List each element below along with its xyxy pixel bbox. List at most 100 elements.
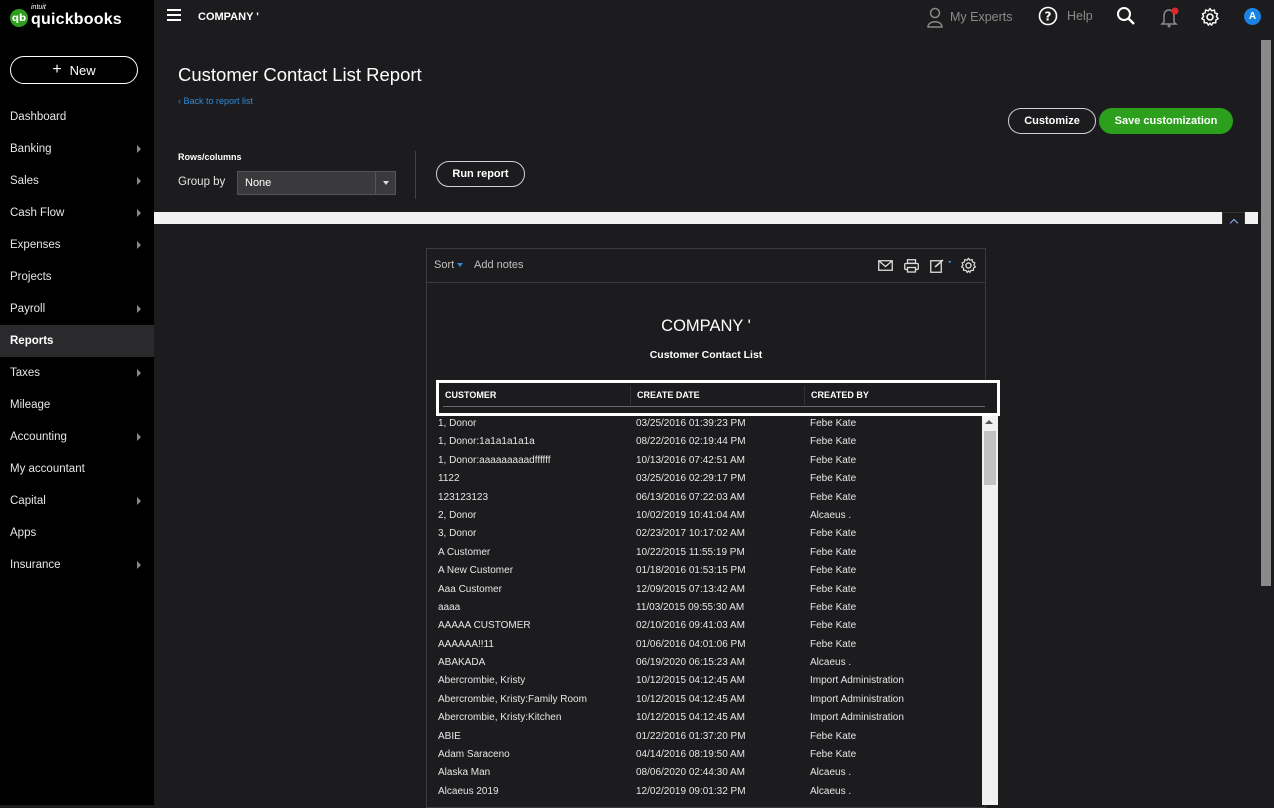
create-date-cell: 04/14/2016 08:19:50 AM [636, 749, 745, 761]
table-row[interactable]: Alcaeus 2019 12/02/2019 09:01:32 PM Alcaeu… [426, 782, 984, 800]
sidebar-item-payroll[interactable]: Payroll [0, 293, 154, 325]
add-notes-button[interactable]: Add notes [474, 259, 524, 271]
report-table-scrollbar[interactable] [982, 416, 998, 805]
sidebar-item-projects[interactable]: Projects [0, 261, 154, 293]
customer-cell[interactable]: 3, Donor [438, 528, 476, 539]
table-row[interactable]: 1122 03/25/2016 02:29:17 PM Febe Kate [426, 469, 984, 487]
created-by-cell: Febe Kate [810, 620, 857, 632]
settings-gear-icon[interactable] [1200, 7, 1220, 27]
customer-cell[interactable]: 2, Donor [438, 510, 476, 521]
customer-cell[interactable]: 1, Donor:1a1a1a1a1a [438, 436, 535, 447]
customer-cell[interactable]: Adam Saraceno [438, 749, 510, 760]
column-header-customer[interactable]: CUSTOMER [445, 390, 496, 400]
sidebar-item-insurance[interactable]: Insurance [0, 549, 154, 581]
table-row[interactable]: 1, Donor:1a1a1a1a1a 08/22/2016 02:19:44 P… [426, 432, 984, 450]
sidebar-item-accounting[interactable]: Accounting [0, 421, 154, 453]
sidebar-item-my-accountant[interactable]: My accountant [0, 453, 154, 485]
customer-cell[interactable]: 1, Donor [438, 418, 476, 429]
customer-cell[interactable]: ABIE [438, 731, 461, 742]
quickbooks-label: quickbooks [31, 11, 122, 28]
group-by-select[interactable]: None [237, 171, 396, 195]
customer-cell[interactable]: Abercrombie, Kristy:Family Room [438, 694, 587, 705]
customer-cell[interactable]: 123123123 [438, 492, 488, 503]
create-date-cell: 08/22/2016 02:19:44 PM [636, 436, 746, 448]
customer-cell[interactable]: A Customer [438, 547, 490, 558]
table-row[interactable]: 2, Donor 10/02/2019 10:41:04 AM Alcaeus . [426, 506, 984, 524]
sidebar-item-sales[interactable]: Sales [0, 165, 154, 197]
sidebar-item-mileage[interactable]: Mileage [0, 389, 154, 421]
create-date-cell: 12/02/2019 09:01:32 PM [636, 785, 746, 797]
customer-cell[interactable]: 1, Donor:aaaaaaaaadffffff [438, 455, 551, 466]
page-scrollbar[interactable] [1258, 36, 1274, 805]
table-row[interactable]: A Customer 10/22/2015 11:55:19 PM Febe Kat… [426, 543, 984, 561]
customer-cell[interactable]: ABAKADA [438, 657, 485, 668]
column-divider [804, 387, 805, 405]
email-icon[interactable] [878, 260, 893, 271]
customer-cell[interactable]: AAAAA CUSTOMER [438, 620, 531, 631]
table-row[interactable]: ABIE 01/22/2016 01:37:20 PM Febe Kate [426, 727, 984, 745]
created-by-cell: Febe Kate [810, 601, 857, 613]
back-to-report-list-link[interactable]: ‹ Back to report list [178, 96, 253, 106]
table-row[interactable]: 3, Donor 02/23/2017 10:17:02 AM Febe Kate [426, 524, 984, 542]
quickbooks-logo[interactable]: qb intuit quickbooks [10, 4, 122, 29]
run-report-button[interactable]: Run report [436, 161, 525, 187]
sidebar-item-banking[interactable]: Banking [0, 133, 154, 165]
customer-cell[interactable]: Alcaeus 2019 [438, 786, 499, 797]
sidebar-item-apps[interactable]: Apps [0, 517, 154, 549]
new-button[interactable]: + New [10, 56, 138, 84]
report-settings-gear-icon[interactable] [960, 257, 977, 274]
print-icon[interactable] [904, 259, 919, 273]
scroll-up-arrow-icon[interactable] [985, 420, 993, 424]
table-row[interactable]: Alaska Man 08/06/2020 02:44:30 AM Alcaeus … [426, 763, 984, 781]
sidebar-item-cash-flow[interactable]: Cash Flow [0, 197, 154, 229]
page-title: Customer Contact List Report [178, 64, 422, 85]
table-row[interactable]: 1, Donor:aaaaaaaaadffffff 10/13/2016 07:4… [426, 451, 984, 469]
notification-bell-icon[interactable] [1159, 6, 1181, 28]
customer-cell[interactable]: aaaa [438, 602, 460, 613]
table-row[interactable]: ABAKADA 06/19/2020 06:15:23 AM Alcaeus . [426, 653, 984, 671]
table-row[interactable]: A New Customer 01/18/2016 01:53:15 PM Febe… [426, 561, 984, 579]
save-customization-button[interactable]: Save customization [1099, 108, 1233, 134]
create-date-cell: 10/12/2015 04:12:45 AM [636, 675, 745, 687]
sidebar-item-label: Taxes [10, 367, 41, 379]
customer-cell[interactable]: Alaska Man [438, 767, 490, 778]
table-row[interactable]: Abercrombie, Kristy:Family Room 10/12/201… [426, 690, 984, 708]
table-row[interactable]: Adam Saraceno 04/14/2016 08:19:50 AM Febe … [426, 745, 984, 763]
table-row[interactable]: aaaa 11/03/2015 09:55:30 AM Febe Kate [426, 598, 984, 616]
column-header-created-by[interactable]: CREATED BY [811, 390, 869, 400]
table-row[interactable]: 1, Donor 03/25/2016 01:39:23 PM Febe Kate [426, 414, 984, 432]
sidebar-item-capital[interactable]: Capital [0, 485, 154, 517]
hamburger-menu-icon[interactable] [167, 9, 181, 21]
column-header-create-date[interactable]: CREATE DATE [637, 390, 700, 400]
sidebar-item-dashboard[interactable]: Dashboard [0, 101, 154, 133]
help-button[interactable]: ? Help [1038, 6, 1093, 26]
table-row[interactable]: Aaa Customer 12/09/2015 07:13:42 AM Febe K… [426, 580, 984, 598]
customer-cell[interactable]: Aaa Customer [438, 584, 502, 595]
customer-cell[interactable]: AAAAAA!!11 [438, 639, 494, 650]
created-by-cell: Febe Kate [810, 583, 857, 595]
page-scrollbar-thumb[interactable] [1261, 40, 1271, 586]
sort-dropdown[interactable]: Sort [434, 259, 463, 271]
table-row[interactable]: Abercrombie, Kristy 10/12/2015 04:12:45 A… [426, 671, 984, 689]
create-date-cell: 10/12/2015 04:12:45 AM [636, 712, 745, 724]
customer-cell[interactable]: A New Customer [438, 565, 513, 576]
report-company-name: COMPANY ' [661, 317, 751, 335]
table-row[interactable]: 123123123 06/13/2016 07:22:03 AM Febe Kate [426, 488, 984, 506]
search-icon[interactable] [1116, 6, 1136, 26]
sidebar-item-expenses[interactable]: Expenses [0, 229, 154, 261]
customer-cell[interactable]: 1122 [438, 473, 460, 484]
dropdown-arrow-icon [375, 172, 395, 194]
table-row[interactable]: AAAAAA!!11 01/06/2016 04:01:06 PM Febe Kat… [426, 635, 984, 653]
export-icon[interactable] [930, 258, 954, 273]
sidebar-item-taxes[interactable]: Taxes [0, 357, 154, 389]
report-toolbar: Sort Add notes [427, 249, 985, 283]
sidebar-item-reports[interactable]: Reports [0, 325, 154, 357]
user-avatar[interactable]: A [1244, 8, 1261, 25]
customize-button[interactable]: Customize [1008, 108, 1096, 134]
report-table-scrollbar-thumb[interactable] [984, 431, 996, 485]
my-experts-button[interactable]: My Experts [926, 6, 1013, 28]
customer-cell[interactable]: Abercrombie, Kristy [438, 675, 525, 686]
customer-cell[interactable]: Abercrombie, Kristy:Kitchen [438, 712, 561, 723]
table-row[interactable]: AAAAA CUSTOMER 02/10/2016 09:41:03 AM Febe… [426, 616, 984, 634]
table-row[interactable]: Abercrombie, Kristy:Kitchen 10/12/2015 04… [426, 708, 984, 726]
